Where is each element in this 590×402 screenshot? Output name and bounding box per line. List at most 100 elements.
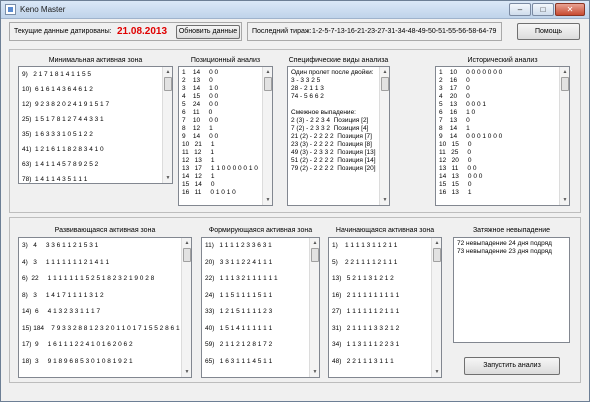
forming-scrollbar[interactable]: ▲ ▼ <box>309 238 319 377</box>
specific-scrollbar[interactable]: ▲ ▼ <box>379 67 389 205</box>
list-item[interactable]: 41) 1 2 1 6 1 1 8 2 8 3 4 1 0 <box>22 144 109 159</box>
list-item[interactable]: 15 14 0 <box>182 181 258 189</box>
list-item[interactable]: 7 (2) - 2 3 3 2 Позиция [4] <box>291 125 376 133</box>
list-item[interactable]: 1 14 0 0 <box>182 69 258 77</box>
scroll-down-icon[interactable]: ▼ <box>433 368 441 376</box>
scroll-down-icon[interactable]: ▼ <box>183 368 191 376</box>
list-item[interactable]: 34) 1 1 3 1 1 1 2 2 3 1 <box>332 339 399 356</box>
list-item[interactable]: 14 12 1 <box>182 173 258 181</box>
list-item[interactable]: 74 - 5 6 6 2 <box>291 93 376 101</box>
scroll-thumb[interactable] <box>381 77 389 91</box>
list-item[interactable]: 73 невыпадение 23 дня подряд <box>457 248 552 256</box>
developing-list[interactable]: 3) 4 3 3 6 1 1 2 1 5 3 1 4) 3 1 1 1 1 1 1… <box>18 237 192 378</box>
list-item[interactable]: 4 15 0 0 <box>182 93 258 101</box>
list-item[interactable]: 12 20 0 <box>439 157 502 165</box>
list-item[interactable]: 11) 1 1 1 1 2 3 3 6 3 1 <box>205 240 278 257</box>
list-item[interactable]: 25) 1 5 1 7 8 1 2 7 4 4 3 3 1 <box>22 114 109 129</box>
list-item[interactable]: 2 (3) - 2 2 3 4 Позиция [2] <box>291 117 376 125</box>
list-item[interactable]: 21 (2) - 2 2 2 2 Позиция [7] <box>291 133 376 141</box>
scroll-up-icon[interactable]: ▲ <box>311 239 319 247</box>
list-item[interactable]: 33) 1 2 1 5 1 1 1 1 2 3 <box>205 306 278 323</box>
list-item[interactable]: 49 (3) - 2 3 3 2 Позиция [13] <box>291 149 376 157</box>
list-item[interactable]: 11 25 0 <box>439 149 502 157</box>
list-item[interactable]: 65) 1 6 3 1 1 1 4 5 1 1 <box>205 356 278 373</box>
list-item[interactable]: Один пролет после двойки: <box>291 69 376 77</box>
list-item[interactable]: 1 10 0 0 0 0 0 0 0 <box>439 69 502 77</box>
list-item[interactable]: 51 (2) - 2 2 2 2 Позиция [14] <box>291 157 376 165</box>
list-item[interactable]: 10 15 0 <box>439 141 502 149</box>
list-item[interactable]: Смежное выпадение: <box>291 109 376 117</box>
list-item[interactable]: 8) 3 1 4 1 7 1 1 1 1 3 1 2 <box>22 290 190 307</box>
scroll-thumb[interactable] <box>433 248 441 262</box>
list-item[interactable]: 24) 1 1 5 1 1 1 1 5 1 1 <box>205 290 278 307</box>
list-item[interactable]: 28 - 2 1 1 3 <box>291 85 376 93</box>
prolonged-list[interactable]: 72 невыпадение 24 дня подряд 73 невыпаден… <box>453 237 570 343</box>
list-item[interactable]: 16) 2 1 1 1 1 1 1 1 1 1 <box>332 290 399 307</box>
scroll-thumb[interactable] <box>561 77 569 91</box>
scroll-down-icon[interactable]: ▼ <box>381 196 389 204</box>
list-item[interactable]: 4) 3 1 1 1 1 1 1 1 2 1 4 1 1 <box>22 257 190 274</box>
run-analysis-button[interactable]: Запустить анализ <box>464 357 560 375</box>
list-item[interactable]: 3 14 1 0 <box>182 85 258 93</box>
scroll-down-icon[interactable]: ▼ <box>311 368 319 376</box>
list-item[interactable]: 72 невыпадение 24 дня подряд <box>457 240 552 248</box>
list-item[interactable]: 13 17 1 1 0 0 0 0 0 1 0 <box>182 165 258 173</box>
list-item[interactable]: 3) 4 3 3 6 1 1 2 1 5 3 1 <box>22 240 190 257</box>
list-item[interactable]: 27) 1 1 1 1 1 1 2 1 1 1 <box>332 306 399 323</box>
scroll-thumb[interactable] <box>264 77 272 91</box>
list-item[interactable]: 16 11 0 1 0 1 0 <box>182 189 258 197</box>
list-item[interactable]: 8 12 1 <box>182 125 258 133</box>
developing-scrollbar[interactable]: ▲ ▼ <box>181 238 191 377</box>
list-item[interactable]: 59) 2 1 1 2 1 2 8 1 7 2 <box>205 339 278 356</box>
scroll-up-icon[interactable]: ▲ <box>381 68 389 76</box>
scroll-thumb[interactable] <box>164 77 172 91</box>
scroll-up-icon[interactable]: ▲ <box>164 68 172 76</box>
list-item[interactable]: 8 14 1 <box>439 125 502 133</box>
scroll-down-icon[interactable]: ▼ <box>164 174 172 182</box>
forming-list[interactable]: 11) 1 1 1 1 2 3 3 6 3 1 20) 3 3 1 1 2 2 4… <box>201 237 320 378</box>
list-item[interactable]: 14 13 0 0 0 <box>439 173 502 181</box>
list-item[interactable]: 6 11 0 <box>182 109 258 117</box>
list-item[interactable]: 5 13 0 0 0 1 <box>439 101 502 109</box>
list-item[interactable]: 13 11 0 0 <box>439 165 502 173</box>
scroll-up-icon[interactable]: ▲ <box>183 239 191 247</box>
list-item[interactable]: 40) 1 5 1 4 1 1 1 1 1 1 <box>205 323 278 340</box>
positional-list[interactable]: 1 14 0 02 13 03 14 1 04 15 0 05 24 0 06 … <box>178 66 273 206</box>
list-item[interactable] <box>291 101 376 109</box>
list-item[interactable]: 9 14 0 0 <box>182 133 258 141</box>
maximize-button[interactable]: □ <box>532 3 554 16</box>
list-item[interactable]: 9 14 0 0 0 1 0 0 0 <box>439 133 502 141</box>
positional-scrollbar[interactable]: ▲ ▼ <box>262 67 272 205</box>
starting-list[interactable]: 1) 1 1 1 1 3 1 1 2 1 1 5) 2 2 1 1 1 1 2 1… <box>328 237 442 378</box>
list-item[interactable]: 13) 5 2 1 1 3 1 2 1 2 <box>332 273 399 290</box>
list-item[interactable]: 12) 9 2 3 8 2 0 2 4 1 9 1 5 1 7 <box>22 99 109 114</box>
scroll-up-icon[interactable]: ▲ <box>561 68 569 76</box>
list-item[interactable]: 18) 3 9 1 8 9 6 8 5 3 0 1 0 8 1 9 2 1 <box>22 356 190 373</box>
list-item[interactable]: 3 - 3 3 2 5 <box>291 77 376 85</box>
list-item[interactable]: 23 (3) - 2 2 2 2 Позиция [8] <box>291 141 376 149</box>
minimize-button[interactable]: – <box>509 3 531 16</box>
list-item[interactable]: 9) 2 1 7 1 8 1 4 1 1 5 5 <box>22 69 109 84</box>
list-item[interactable]: 2 16 0 <box>439 77 502 85</box>
refresh-data-button[interactable]: Обновить данные <box>176 25 240 39</box>
list-item[interactable]: 7 10 0 0 <box>182 117 258 125</box>
list-item[interactable]: 14) 6 4 1 3 2 3 3 1 1 1 7 <box>22 306 190 323</box>
historical-scrollbar[interactable]: ▲ ▼ <box>559 67 569 205</box>
list-item[interactable]: 7 13 0 <box>439 117 502 125</box>
list-item[interactable]: 79 (2) - 2 2 2 2 Позиция [20] <box>291 165 376 173</box>
list-item[interactable]: 48) 2 2 1 1 1 3 1 1 1 <box>332 356 399 373</box>
scroll-up-icon[interactable]: ▲ <box>264 68 272 76</box>
list-item[interactable]: 2 13 0 <box>182 77 258 85</box>
specific-list[interactable]: Один пролет после двойки: 3 - 3 3 2 5 28 -… <box>287 66 390 206</box>
list-item[interactable]: 78) 1 4 1 1 4 3 5 1 1 1 <box>22 174 109 183</box>
scroll-thumb[interactable] <box>311 248 319 262</box>
scroll-down-icon[interactable]: ▼ <box>561 196 569 204</box>
list-item[interactable]: 35) 1 6 3 3 3 1 0 5 1 2 2 <box>22 129 109 144</box>
list-item[interactable]: 12 13 1 <box>182 157 258 165</box>
list-item[interactable]: 16 13 1 <box>439 189 502 197</box>
list-item[interactable]: 3 17 0 <box>439 85 502 93</box>
list-item[interactable]: 4 20 0 <box>439 93 502 101</box>
list-item[interactable]: 20) 3 3 1 1 2 2 4 1 1 1 <box>205 257 278 274</box>
list-item[interactable]: 6) 22 1 1 1 1 1 1 1 5 2 5 1 8 2 3 2 1 9 … <box>22 273 190 290</box>
scroll-thumb[interactable] <box>183 248 191 262</box>
